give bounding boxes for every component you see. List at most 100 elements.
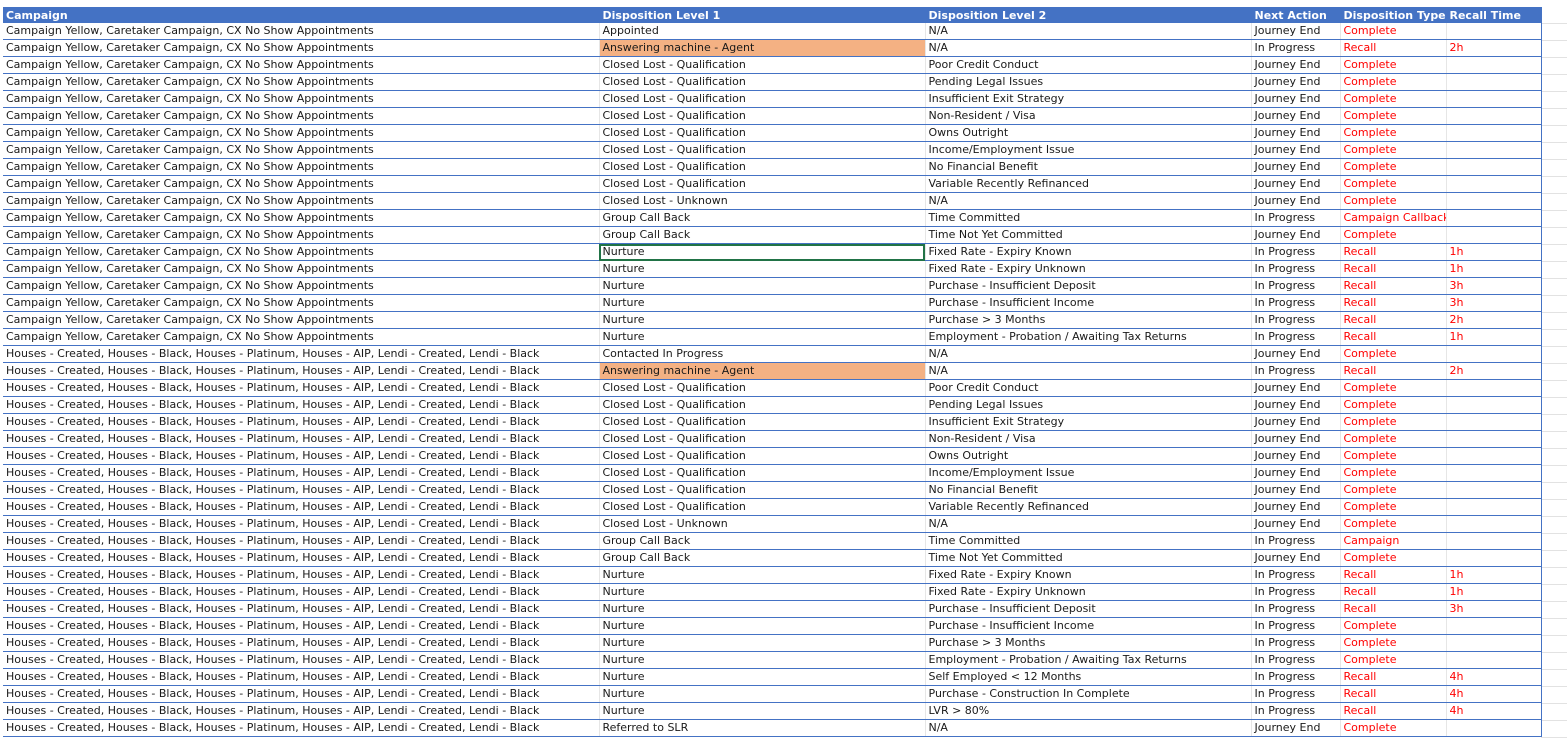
disposition-level-1-cell[interactable]: Closed Lost - Qualification (599, 56, 926, 74)
campaign-cell[interactable]: Houses - Created, Houses - Black, Houses… (3, 413, 600, 431)
campaign-cell[interactable]: Houses - Created, Houses - Black, Houses… (3, 481, 600, 499)
recall-time-cell[interactable] (1446, 515, 1542, 533)
disposition-level-2-cell[interactable]: Non-Resident / Visa (925, 430, 1252, 448)
disposition-level-2-cell[interactable]: Owns Outright (925, 447, 1252, 465)
campaign-cell[interactable]: Houses - Created, Houses - Black, Houses… (3, 396, 600, 414)
next-action-cell[interactable]: In Progress (1251, 685, 1341, 703)
recall-time-cell[interactable]: 3h (1446, 294, 1542, 312)
next-action-cell[interactable]: Journey End (1251, 430, 1341, 448)
recall-time-cell[interactable] (1446, 447, 1542, 465)
disposition-level-1-cell[interactable]: Closed Lost - Qualification (599, 430, 926, 448)
disposition-level-1-cell[interactable]: Group Call Back (599, 532, 926, 550)
next-action-cell[interactable]: Journey End (1251, 124, 1341, 142)
disposition-level-2-cell[interactable]: No Financial Benefit (925, 158, 1252, 176)
disposition-level-2-cell[interactable]: Employment - Probation / Awaiting Tax Re… (925, 328, 1252, 346)
disposition-type-cell[interactable]: Complete (1340, 719, 1447, 737)
disposition-level-2-cell[interactable]: Purchase > 3 Months (925, 311, 1252, 329)
recall-time-cell[interactable] (1446, 90, 1542, 108)
disposition-level-1-cell[interactable]: Nurture (599, 583, 926, 601)
recall-time-cell[interactable]: 3h (1446, 277, 1542, 295)
disposition-level-1-cell[interactable]: Closed Lost - Qualification (599, 73, 926, 91)
campaign-cell[interactable]: Campaign Yellow, Caretaker Campaign, CX … (3, 243, 600, 261)
disposition-level-1-cell[interactable]: Closed Lost - Qualification (599, 124, 926, 142)
disposition-level-2-cell[interactable]: Insufficient Exit Strategy (925, 413, 1252, 431)
disposition-level-1-cell[interactable]: Referred to SLR (599, 719, 926, 737)
next-action-cell[interactable]: Journey End (1251, 107, 1341, 125)
disposition-level-2-cell[interactable]: Purchase - Insufficient Income (925, 294, 1252, 312)
disposition-level-1-cell[interactable]: Closed Lost - Qualification (599, 413, 926, 431)
disposition-type-cell[interactable]: Recall (1340, 260, 1447, 278)
recall-time-cell[interactable] (1446, 226, 1542, 244)
campaign-cell[interactable]: Houses - Created, Houses - Black, Houses… (3, 634, 600, 652)
disposition-type-cell[interactable]: Campaign Callback (1340, 209, 1447, 227)
campaign-cell[interactable]: Campaign Yellow, Caretaker Campaign, CX … (3, 260, 600, 278)
next-action-cell[interactable]: Journey End (1251, 719, 1341, 737)
campaign-cell[interactable]: Campaign Yellow, Caretaker Campaign, CX … (3, 328, 600, 346)
disposition-level-1-cell[interactable]: Closed Lost - Qualification (599, 158, 926, 176)
recall-time-cell[interactable] (1446, 175, 1542, 193)
recall-time-cell[interactable] (1446, 158, 1542, 176)
campaign-cell[interactable]: Houses - Created, Houses - Black, Houses… (3, 515, 600, 533)
campaign-cell[interactable]: Campaign Yellow, Caretaker Campaign, CX … (3, 124, 600, 142)
recall-time-cell[interactable] (1446, 192, 1542, 210)
disposition-type-cell[interactable]: Recall (1340, 294, 1447, 312)
disposition-level-2-cell[interactable]: Variable Recently Refinanced (925, 175, 1252, 193)
disposition-level-2-cell[interactable]: Time Committed (925, 209, 1252, 227)
next-action-cell[interactable]: In Progress (1251, 668, 1341, 686)
disposition-type-cell[interactable]: Recall (1340, 702, 1447, 720)
recall-time-cell[interactable] (1446, 464, 1542, 482)
disposition-type-cell[interactable]: Complete (1340, 107, 1447, 125)
next-action-cell[interactable]: In Progress (1251, 566, 1341, 584)
disposition-level-2-cell[interactable]: Time Committed (925, 532, 1252, 550)
next-action-cell[interactable]: In Progress (1251, 277, 1341, 295)
next-action-cell[interactable]: Journey End (1251, 447, 1341, 465)
next-action-cell[interactable]: In Progress (1251, 651, 1341, 669)
disposition-level-1-cell[interactable]: Closed Lost - Qualification (599, 107, 926, 125)
disposition-level-1-cell[interactable]: Closed Lost - Unknown (599, 192, 926, 210)
next-action-cell[interactable]: In Progress (1251, 583, 1341, 601)
next-action-cell[interactable]: Journey End (1251, 23, 1341, 40)
campaign-cell[interactable]: Houses - Created, Houses - Black, Houses… (3, 447, 600, 465)
disposition-type-cell[interactable]: Complete (1340, 73, 1447, 91)
next-action-cell[interactable]: In Progress (1251, 328, 1341, 346)
next-action-cell[interactable]: Journey End (1251, 481, 1341, 499)
campaign-cell[interactable]: Campaign Yellow, Caretaker Campaign, CX … (3, 141, 600, 159)
disposition-type-cell[interactable]: Complete (1340, 515, 1447, 533)
disposition-type-cell[interactable]: Recall (1340, 362, 1447, 380)
campaign-cell[interactable]: Houses - Created, Houses - Black, Houses… (3, 617, 600, 635)
campaign-cell[interactable]: Houses - Created, Houses - Black, Houses… (3, 532, 600, 550)
next-action-cell[interactable]: In Progress (1251, 362, 1341, 380)
next-action-cell[interactable]: Journey End (1251, 515, 1341, 533)
campaign-cell[interactable]: Houses - Created, Houses - Black, Houses… (3, 651, 600, 669)
disposition-level-2-cell[interactable]: Variable Recently Refinanced (925, 498, 1252, 516)
next-action-cell[interactable]: Journey End (1251, 226, 1341, 244)
disposition-type-cell[interactable]: Recall (1340, 311, 1447, 329)
campaign-cell[interactable]: Houses - Created, Houses - Black, Houses… (3, 464, 600, 482)
recall-time-cell[interactable]: 1h (1446, 243, 1542, 261)
disposition-type-cell[interactable]: Complete (1340, 617, 1447, 635)
disposition-type-cell[interactable]: Complete (1340, 158, 1447, 176)
disposition-level-2-cell[interactable]: Time Not Yet Committed (925, 226, 1252, 244)
disposition-type-cell[interactable]: Complete (1340, 498, 1447, 516)
recall-time-cell[interactable] (1446, 23, 1542, 40)
campaign-cell[interactable]: Houses - Created, Houses - Black, Houses… (3, 600, 600, 618)
next-action-cell[interactable]: Journey End (1251, 141, 1341, 159)
campaign-cell[interactable]: Houses - Created, Houses - Black, Houses… (3, 583, 600, 601)
next-action-cell[interactable]: Journey End (1251, 549, 1341, 567)
disposition-type-cell[interactable]: Complete (1340, 447, 1447, 465)
recall-time-cell[interactable]: 4h (1446, 668, 1542, 686)
recall-time-cell[interactable] (1446, 634, 1542, 652)
next-action-cell[interactable]: In Progress (1251, 260, 1341, 278)
next-action-cell[interactable]: Journey End (1251, 396, 1341, 414)
next-action-cell[interactable]: In Progress (1251, 702, 1341, 720)
disposition-level-2-cell[interactable]: Fixed Rate - Expiry Unknown (925, 583, 1252, 601)
disposition-level-2-cell[interactable]: Purchase - Insufficient Income (925, 617, 1252, 635)
campaign-cell[interactable]: Houses - Created, Houses - Black, Houses… (3, 685, 600, 703)
disposition-type-cell[interactable]: Complete (1340, 549, 1447, 567)
disposition-type-cell[interactable]: Recall (1340, 583, 1447, 601)
campaign-cell[interactable]: Houses - Created, Houses - Black, Houses… (3, 345, 600, 363)
disposition-level-2-cell[interactable]: Owns Outright (925, 124, 1252, 142)
disposition-level-2-cell[interactable]: Fixed Rate - Expiry Unknown (925, 260, 1252, 278)
campaign-cell[interactable]: Campaign Yellow, Caretaker Campaign, CX … (3, 226, 600, 244)
disposition-type-cell[interactable]: Complete (1340, 345, 1447, 363)
